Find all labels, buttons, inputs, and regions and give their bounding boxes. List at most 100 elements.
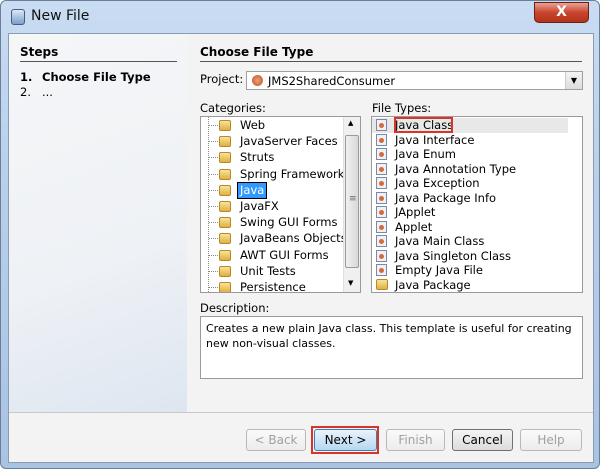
tree-connector <box>209 189 218 191</box>
folder-icon <box>219 265 231 277</box>
file-type-item[interactable]: Java Exception <box>372 176 568 191</box>
folder-icon <box>219 168 231 180</box>
file-type-item[interactable]: Java Package Info <box>372 191 568 206</box>
tree-connector <box>209 222 218 224</box>
tree-connector <box>209 173 218 175</box>
category-item[interactable]: JavaBeans Objects <box>201 231 347 246</box>
tree-connector <box>209 141 218 143</box>
steps-divider <box>20 61 177 62</box>
file-type-label: Java Interface <box>395 132 475 147</box>
close-button[interactable]: X <box>534 2 589 23</box>
button-divider <box>9 412 593 413</box>
folder-icon <box>219 217 231 229</box>
next-highlight <box>311 426 379 454</box>
java-file-icon <box>376 264 387 276</box>
package-icon <box>376 278 388 290</box>
folder-icon <box>219 136 231 148</box>
back-button[interactable]: < Back <box>246 429 306 451</box>
file-type-item[interactable]: Java Annotation Type <box>372 162 568 177</box>
scroll-down-icon[interactable]: ▼ <box>348 279 353 287</box>
category-label: Java <box>236 181 268 199</box>
file-type-label: Java Main Class <box>395 234 485 248</box>
steps-panel: Steps 1. Choose File Type 2. ... <box>9 34 187 412</box>
java-file-icon <box>376 177 387 189</box>
tree-connector <box>209 206 218 207</box>
category-item[interactable]: Unit Tests <box>201 264 341 279</box>
java-file-icon <box>376 249 387 262</box>
title-divider <box>200 61 582 62</box>
file-types-label: File Types: <box>372 101 432 115</box>
window-title: New File <box>31 8 90 24</box>
cancel-button[interactable]: Cancel <box>452 429 513 451</box>
project-label: Project: <box>200 72 244 86</box>
file-type-item[interactable]: Applet <box>372 220 568 235</box>
chevron-down-icon[interactable]: ▼ <box>565 72 582 89</box>
dialog-body: Steps 1. Choose File Type 2. ... Choose … <box>8 33 594 463</box>
categories-tree[interactable]: Web JavaServer Faces Struts Spring Frame… <box>200 116 361 293</box>
file-type-item[interactable]: Empty Java File <box>372 263 568 278</box>
scroll-up-icon[interactable]: ▲ <box>348 119 353 127</box>
file-type-label: Empty Java File <box>395 263 483 277</box>
file-type-item[interactable]: Java Singleton Class <box>372 249 568 264</box>
file-type-item[interactable]: Java Enum <box>372 147 568 162</box>
file-type-label: Java Singleton Class <box>395 248 512 263</box>
folder-icon <box>219 233 231 245</box>
category-item[interactable]: JavaFX <box>201 199 341 214</box>
finish-button[interactable]: Finish <box>386 429 445 451</box>
category-label: JavaServer Faces <box>240 134 338 149</box>
category-label: JavaBeans Objects <box>240 231 347 246</box>
help-button[interactable]: Help <box>520 429 582 451</box>
file-type-item[interactable]: Java Interface <box>372 133 568 148</box>
category-label: Spring Framework <box>240 166 345 181</box>
file-type-item[interactable]: Java Package <box>372 278 568 293</box>
java-file-icon <box>376 119 387 131</box>
category-item[interactable]: Spring Framework <box>201 167 344 182</box>
new-file-dialog: New File X Steps 1. Choose File Type 2. … <box>0 0 600 469</box>
category-label: Persistence <box>240 280 306 293</box>
category-label: Unit Tests <box>240 263 296 278</box>
java-class-highlight <box>394 117 453 133</box>
category-item[interactable]: AWT GUI Forms <box>201 248 341 263</box>
category-item[interactable]: JavaServer Faces <box>201 134 341 149</box>
category-item[interactable]: Java <box>201 181 341 199</box>
tree-connector <box>209 287 218 288</box>
file-type-item[interactable]: JApplet <box>372 205 568 220</box>
project-icon <box>252 75 263 86</box>
tree-connector <box>209 238 218 240</box>
scrollbar-thumb[interactable]: ≡ <box>345 135 359 268</box>
java-file-icon <box>376 162 387 175</box>
file-types-list[interactable]: Java Class Java Interface Java Enum Java… <box>371 116 583 293</box>
category-label: Struts <box>240 150 275 165</box>
java-file-icon <box>376 191 387 204</box>
category-label: AWT GUI Forms <box>240 247 329 262</box>
folder-icon <box>219 152 231 164</box>
netbeans-app-icon <box>11 9 25 25</box>
tree-connector <box>209 157 218 159</box>
java-file-icon <box>376 206 387 218</box>
folder-icon <box>219 201 231 212</box>
project-value: JMS2SharedConsumer <box>268 74 396 88</box>
file-type-label: Java Exception <box>395 176 480 190</box>
category-label: JavaFX <box>240 199 279 213</box>
tree-connector <box>209 254 218 256</box>
tree-connector <box>209 270 218 272</box>
steps-heading: Steps <box>20 45 59 59</box>
description-label: Description: <box>200 301 270 315</box>
file-type-label: Java Package <box>395 277 471 292</box>
java-file-icon <box>376 235 387 247</box>
file-type-label: JApplet <box>395 205 436 219</box>
category-item[interactable]: Web <box>201 118 341 133</box>
project-select[interactable]: JMS2SharedConsumer ▼ <box>246 71 583 90</box>
category-label: Web <box>240 118 266 132</box>
step-1-label: Choose File Type <box>42 70 151 84</box>
file-type-label: Java Package Info <box>395 190 497 205</box>
category-item[interactable]: Persistence <box>201 280 341 293</box>
category-item[interactable]: Swing GUI Forms <box>201 215 341 230</box>
categories-scrollbar[interactable]: ▲ ≡ ▼ <box>343 117 360 292</box>
step-1-number: 1. <box>20 70 33 84</box>
java-file-icon <box>376 133 387 146</box>
folder-icon <box>219 249 231 261</box>
category-item[interactable]: Struts <box>201 150 341 165</box>
java-file-icon <box>376 148 387 160</box>
file-type-item[interactable]: Java Main Class <box>372 234 568 249</box>
